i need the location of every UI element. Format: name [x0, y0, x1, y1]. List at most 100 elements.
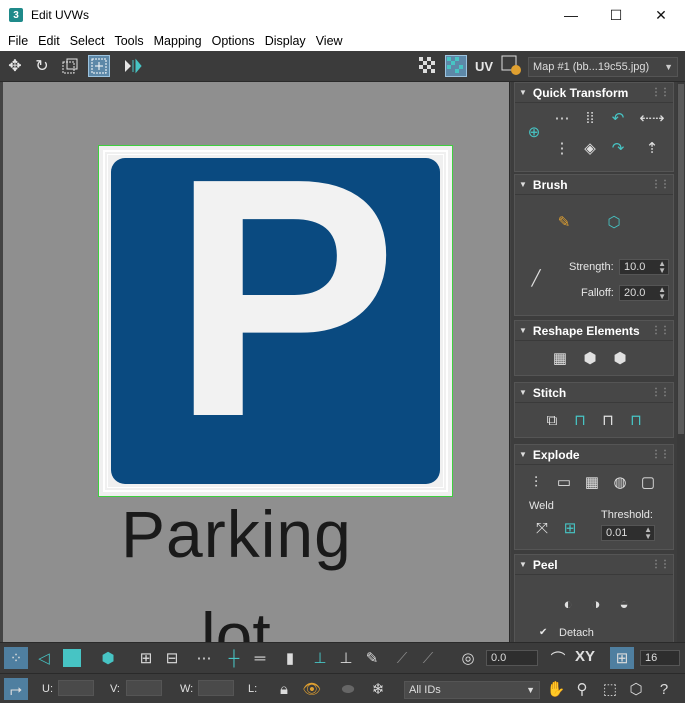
xy-toggle[interactable]: XY — [575, 648, 595, 665]
weld-target-icon[interactable]: ⊞ — [557, 515, 583, 541]
align-vert-center-icon[interactable]: ⋮ — [549, 135, 575, 161]
flatten-by-smoothing-icon[interactable]: ◍ — [607, 469, 633, 495]
detach-checkbox[interactable]: ✔ — [539, 627, 547, 638]
face-select-icon[interactable] — [60, 647, 84, 669]
uv-island-outline[interactable] — [98, 145, 453, 497]
checker-icon[interactable] — [417, 55, 439, 77]
rollout-header[interactable]: ▼ Quick Transform ⋮⋮ — [515, 83, 673, 103]
loop-select-icon[interactable]: ⋯ — [192, 647, 216, 669]
mirror-icon[interactable] — [121, 55, 143, 77]
menu-edit[interactable]: Edit — [33, 34, 65, 48]
freeze-icon[interactable]: ❄ — [366, 678, 390, 700]
freeform-mode-icon[interactable] — [88, 55, 110, 77]
element-select-icon[interactable]: ⬢ — [96, 647, 120, 669]
falloff-type-icon[interactable]: ⌒ — [546, 647, 570, 669]
uv-editor-viewport[interactable]: P Parking lot — [3, 82, 510, 642]
menu-mapping[interactable]: Mapping — [149, 34, 207, 48]
brush-select-icon[interactable]: ✎ — [360, 647, 384, 669]
angle-snap-icon[interactable]: ◎ — [456, 647, 480, 669]
threshold-spinner[interactable]: 0.01 ▲ ▼ — [601, 525, 655, 541]
hide-icon[interactable]: 👁︎ — [300, 678, 324, 700]
relax-brush-icon[interactable]: ⬡ — [601, 209, 627, 235]
ring-shrink-icon[interactable]: ═ — [248, 647, 272, 669]
panel-scrollbar[interactable] — [677, 82, 685, 642]
move-icon[interactable]: ✥ — [4, 55, 26, 77]
lock-icon[interactable]: 🔒︎ — [272, 678, 296, 700]
menu-view[interactable]: View — [311, 34, 348, 48]
scrollbar-thumb[interactable] — [678, 84, 684, 434]
map-dropdown[interactable]: Map #1 (bb...19c55.jpg) ▼ — [528, 57, 678, 77]
falloff-spinner[interactable]: 20.0 ▲ ▼ — [619, 285, 669, 301]
rotate-ccw-icon[interactable]: ↶ — [605, 105, 631, 131]
flatten-by-polygon-icon[interactable]: ▦ — [579, 469, 605, 495]
shrink-selection-icon[interactable]: ⊟ — [160, 647, 184, 669]
menu-tools[interactable]: Tools — [109, 34, 148, 48]
w-field[interactable] — [198, 680, 234, 696]
stitch-to-target-icon[interactable]: ⊓ — [567, 407, 593, 433]
close-button[interactable]: ✕ — [638, 0, 684, 30]
grid-snap-icon[interactable]: ⊞ — [610, 647, 634, 669]
weld-selected-icon[interactable]: ⤧ — [529, 515, 555, 541]
u-field[interactable] — [58, 680, 94, 696]
soft-select-falloff-icon[interactable]: ⟋ — [416, 647, 440, 669]
zoom-icon[interactable]: ⚲ — [570, 678, 594, 700]
loop-shrink-icon[interactable]: ⊥ — [334, 647, 358, 669]
reset-peel-icon[interactable]: ◒ — [611, 591, 637, 617]
rotate-icon[interactable]: ↻ — [31, 55, 53, 77]
zoom-extents-icon[interactable]: ⬡ — [624, 678, 648, 700]
scale-icon[interactable] — [59, 55, 81, 77]
pan-icon[interactable]: ✋ — [544, 678, 568, 700]
break-icon[interactable]: ⫶ — [523, 469, 549, 495]
angle-spinner[interactable]: 0.0 — [486, 650, 538, 666]
unhide-icon[interactable]: ⬬ — [336, 678, 360, 700]
absolute-offset-icon[interactable]: ⮣ — [4, 678, 28, 700]
straighten-icon[interactable]: ◈ — [577, 135, 603, 161]
zoom-region-icon[interactable]: ⬚ — [598, 678, 622, 700]
transform-pivot-icon[interactable]: ⊕ — [521, 119, 547, 145]
edge-select-icon[interactable]: ◁ — [32, 647, 56, 669]
menu-options[interactable]: Options — [207, 34, 260, 48]
relax-icon[interactable]: ⬢ — [577, 345, 603, 371]
grid-value-dropdown[interactable]: 16 — [640, 650, 680, 666]
align-vertical-icon[interactable]: ⁞⁞ — [577, 105, 603, 131]
ring-select-icon[interactable]: ┼ — [222, 647, 246, 669]
v-field[interactable] — [126, 680, 162, 696]
grow-selection-icon[interactable]: ⊞ — [134, 647, 158, 669]
peel-mode-icon[interactable]: ◑ — [583, 591, 609, 617]
rollout-header[interactable]: ▼ Peel ⋮⋮ — [515, 555, 673, 575]
vertex-select-icon[interactable]: ⁘ — [4, 647, 28, 669]
rollout-header[interactable]: ▼ Stitch ⋮⋮ — [515, 383, 673, 403]
rollout-header[interactable]: ▼ Explode ⋮⋮ — [515, 445, 673, 465]
loop-grow-icon[interactable]: ⊥ — [308, 647, 332, 669]
stitch-to-average-icon[interactable]: ⊓ — [595, 407, 621, 433]
falloff-label: Falloff: — [581, 287, 614, 299]
minimize-button[interactable]: — — [548, 0, 594, 30]
rollout-header[interactable]: ▼ Brush ⋮⋮ — [515, 175, 673, 195]
space-vertical-icon[interactable]: ⇡ — [639, 135, 665, 161]
relax-until-flat-icon[interactable]: ⬢ — [607, 345, 633, 371]
menu-select[interactable]: Select — [65, 34, 110, 48]
help-icon[interactable]: ? — [652, 678, 676, 700]
rotate-cw-icon[interactable]: ↷ — [605, 135, 631, 161]
maximize-button[interactable]: ☐ — [593, 0, 639, 30]
uv-toggle[interactable]: UV — [473, 55, 495, 77]
show-map-icon[interactable] — [445, 55, 467, 77]
stitch-custom-icon[interactable]: ⧉ — [539, 407, 565, 433]
align-horizontal-icon[interactable]: ⋯ — [549, 105, 575, 131]
quick-peel-icon[interactable]: ◐ — [555, 591, 581, 617]
rollout-header[interactable]: ▼ Reshape Elements ⋮⋮ — [515, 321, 673, 341]
straighten-selection-icon[interactable]: ▦ — [547, 345, 573, 371]
flatten-by-material-icon[interactable]: ▢ — [635, 469, 661, 495]
falloff-curve-icon[interactable]: ╱ — [523, 265, 549, 291]
stitch-to-source-icon[interactable]: ⊓ — [623, 407, 649, 433]
strength-spinner[interactable]: 10.0 ▲ ▼ — [619, 259, 669, 275]
space-horizontal-icon[interactable]: ⇠⇢ — [639, 105, 665, 131]
map-settings-icon[interactable] — [501, 55, 523, 77]
paint-select-icon[interactable]: ▮ — [278, 647, 302, 669]
menu-display[interactable]: Display — [260, 34, 311, 48]
detach-edge-icon[interactable]: ▭ — [551, 469, 577, 495]
paint-move-icon[interactable]: ✎ — [551, 209, 577, 235]
menu-file[interactable]: File — [3, 34, 33, 48]
material-id-dropdown[interactable]: All IDs ▼ — [404, 681, 540, 699]
soft-select-icon[interactable]: ⟋ — [390, 647, 414, 669]
